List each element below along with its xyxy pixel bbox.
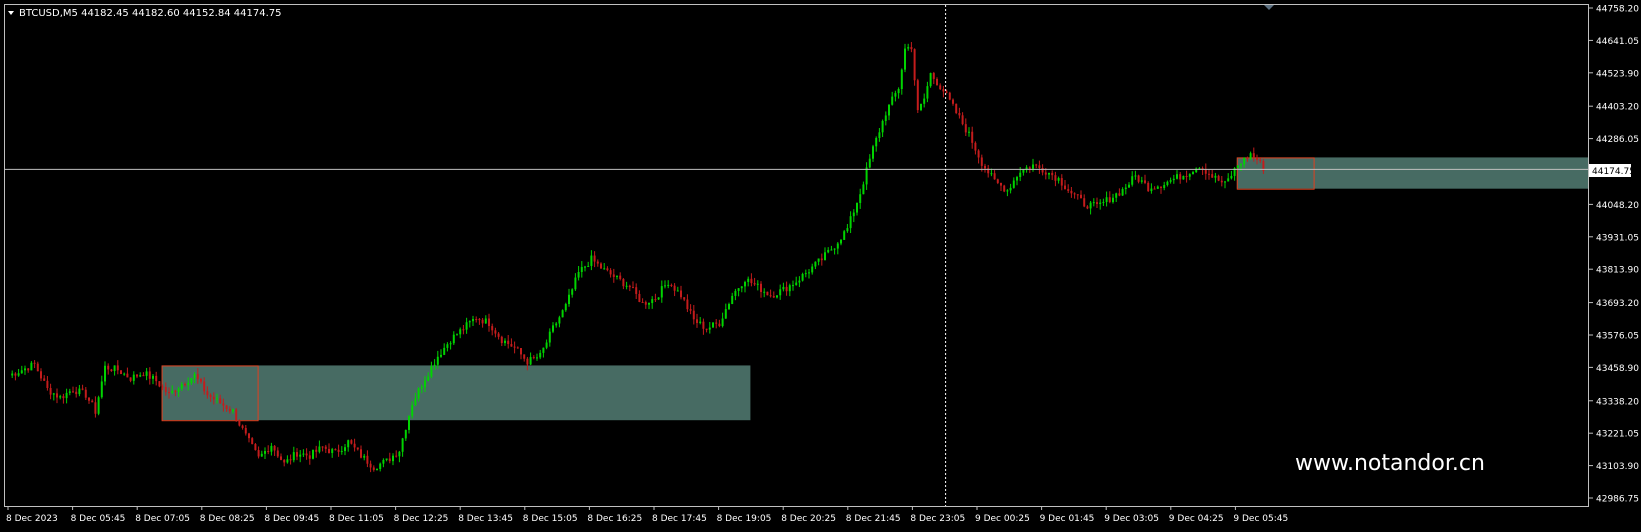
- x-tick-label: 8 Dec 12:25: [394, 514, 449, 524]
- chart-background: [0, 0, 1641, 528]
- y-tick-label: 44758.20: [1596, 5, 1639, 15]
- candle-bear: [766, 291, 769, 296]
- candle-bear: [254, 443, 257, 451]
- x-tick-label: 8 Dec 16:25: [587, 514, 642, 524]
- x-tick-label: 8 Dec 11:05: [329, 514, 384, 524]
- y-tick-label: 43931.05: [1596, 233, 1639, 243]
- price-chart[interactable]: 44758.20 44641.05 44523.90 44403.20 44286.05…: [0, 0, 1641, 528]
- x-tick-label: 9 Dec 00:25: [975, 514, 1030, 524]
- demand-zone[interactable]: [161, 365, 751, 421]
- x-tick-label: 8 Dec 21:45: [846, 514, 901, 524]
- x-tick-label: 9 Dec 05:45: [1233, 514, 1288, 524]
- candle-bear: [158, 381, 161, 388]
- candle-bear: [235, 407, 238, 422]
- candle-bull: [97, 395, 100, 416]
- x-tick-label: 8 Dec 17:45: [652, 514, 707, 524]
- x-tick-label: 8 Dec 23:05: [910, 514, 965, 524]
- candle-bear: [916, 78, 919, 114]
- candle-bear: [1003, 184, 1006, 193]
- y-tick-label: 44048.20: [1596, 201, 1639, 211]
- candle-bear: [238, 419, 241, 427]
- x-tick-label: 8 Dec 2023: [6, 514, 58, 524]
- y-tick-label: 43221.05: [1596, 430, 1639, 440]
- y-tick-label: 43338.20: [1596, 397, 1639, 407]
- x-tick-label: 8 Dec 15:05: [523, 514, 578, 524]
- x-tick-label: 8 Dec 08:25: [200, 514, 255, 524]
- current-price-label: 44174.75: [1592, 167, 1635, 177]
- candle-bull: [312, 449, 314, 460]
- y-tick-label: 44403.20: [1596, 103, 1639, 113]
- current-price-tag: 44174.75: [1589, 164, 1635, 177]
- x-tick-label: 8 Dec 05:45: [71, 514, 126, 524]
- candle-bull: [843, 229, 846, 240]
- candle-bull: [920, 103, 922, 112]
- candle-bear: [948, 91, 951, 101]
- x-tick-label: 8 Dec 09:45: [264, 514, 319, 524]
- candle-bull: [712, 322, 714, 328]
- candle-bull: [1182, 175, 1185, 180]
- y-tick-label: 43813.90: [1596, 266, 1639, 276]
- supply-zone[interactable]: [1236, 157, 1588, 189]
- candle-bear: [120, 370, 122, 375]
- x-tick-label: 8 Dec 20:25: [781, 514, 836, 524]
- symbol-info: BTCUSD,M5 44182.45 44182.60 44152.84 441…: [19, 8, 281, 19]
- y-tick-label: 44641.05: [1596, 37, 1639, 47]
- candle-bull: [561, 309, 564, 318]
- y-tick-label: 44286.05: [1596, 135, 1639, 145]
- x-tick-label: 9 Dec 04:25: [1169, 514, 1224, 524]
- watermark: www.notandor.cn: [1295, 451, 1485, 476]
- x-tick-label: 8 Dec 19:05: [717, 514, 772, 524]
- candle-bull: [929, 72, 932, 88]
- x-tick-label: 8 Dec 07:05: [135, 514, 190, 524]
- candle-bear: [913, 48, 916, 86]
- candle-bull: [801, 272, 804, 282]
- y-tick-label: 43576.05: [1596, 331, 1639, 341]
- y-tick-label: 43693.20: [1596, 299, 1639, 309]
- candle-bear: [251, 437, 254, 445]
- candle-bear: [955, 103, 958, 115]
- candle-bull: [1236, 165, 1239, 169]
- y-tick-label: 43103.90: [1596, 462, 1639, 472]
- x-tick-label: 8 Dec 13:45: [458, 514, 513, 524]
- y-tick-label: 43458.90: [1596, 364, 1639, 374]
- chart-canvas[interactable]: 44758.20 44641.05 44523.90 44403.20 44286.05…: [0, 0, 1641, 528]
- x-tick-label: 9 Dec 03:05: [1104, 514, 1159, 524]
- x-tick-label: 9 Dec 01:45: [1040, 514, 1095, 524]
- y-tick-label: 44523.90: [1596, 69, 1639, 79]
- y-tick-label: 42986.75: [1596, 495, 1639, 505]
